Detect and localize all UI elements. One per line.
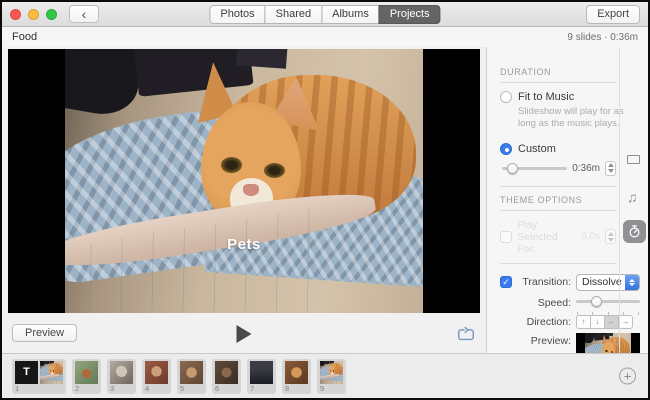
play-selected-checkbox[interactable]: [500, 230, 512, 243]
playback-controls: Preview: [2, 315, 486, 353]
duration-value: 0:36m: [572, 162, 600, 174]
cat-photo-illustration: Pets: [40, 360, 63, 384]
info-bar: Food 9 slides · 0:36m: [2, 27, 648, 47]
photo-background-object: [330, 360, 335, 363]
tab-albums[interactable]: Albums: [321, 4, 380, 24]
photo-background-object: [606, 332, 614, 336]
slide-number: 3: [110, 383, 115, 393]
speed-label: Speed:: [537, 296, 571, 309]
slide-thumbnail-6[interactable]: 6: [212, 358, 241, 394]
play-selected-value: 0.0s: [581, 231, 600, 243]
traffic-lights: [10, 8, 57, 20]
custom-label: Custom: [518, 142, 556, 155]
slide-thumbnail-4[interactable]: 4: [142, 358, 171, 394]
fit-to-music-option[interactable]: Fit to Music: [500, 91, 616, 103]
duration-slider[interactable]: [502, 162, 568, 175]
slide-number: 6: [215, 383, 220, 393]
slide-thumbnail-7[interactable]: 7: [247, 358, 276, 394]
title-bar: ‹ Photos Shared Albums Projects Export: [2, 2, 648, 27]
duration-stepper[interactable]: [605, 160, 616, 176]
slide-number: 8: [285, 383, 290, 393]
close-window-button[interactable]: [10, 8, 21, 20]
slide-number: 5: [180, 383, 185, 393]
play-selected-label: Play Selected For:: [517, 218, 558, 255]
custom-radio[interactable]: [500, 142, 512, 155]
slide-number: 7: [250, 383, 255, 393]
timer-icon[interactable]: [623, 220, 646, 243]
photo-paper: [320, 374, 338, 384]
preview-label: Preview:: [530, 334, 571, 347]
slide-thumbnail-5[interactable]: 5: [177, 358, 206, 394]
photo-background-object: [50, 360, 55, 363]
photo-dark-corner: [64, 49, 147, 121]
slide-thumbnail-3[interactable]: 3: [107, 358, 136, 394]
back-button[interactable]: ‹: [69, 5, 99, 23]
preview-button[interactable]: Preview: [12, 324, 78, 342]
slideshow-stage[interactable]: Pets: [8, 49, 480, 313]
themes-icon[interactable]: [627, 152, 644, 164]
custom-duration-option[interactable]: Custom: [500, 142, 616, 155]
tab-shared[interactable]: Shared: [264, 4, 323, 24]
photo-cat-eye: [52, 370, 55, 372]
photo-cat-eye: [332, 370, 335, 372]
slide-number: 4: [145, 383, 150, 393]
slide-thumbnail-8[interactable]: 8: [282, 358, 311, 394]
fit-to-music-label: Fit to Music: [518, 91, 575, 103]
slide-count-duration: 9 slides · 0:36m: [567, 31, 638, 43]
fit-to-music-radio[interactable]: [500, 91, 512, 103]
sidebar-icon-rail: ♫: [619, 47, 648, 353]
minimize-window-button[interactable]: [28, 8, 39, 20]
slide-filmstrip: T Pets 1 2 3 4 5 6 7 8: [2, 353, 648, 398]
photo-cat-eye: [220, 157, 243, 174]
cat-photo-illustration: Pets: [320, 360, 343, 384]
tab-photos[interactable]: Photos: [209, 4, 266, 24]
slide-number: 9: [320, 383, 325, 393]
transition-checkbox[interactable]: ✓: [500, 276, 512, 289]
slideshow-area: Pets Preview: [2, 47, 486, 353]
direction-up-button[interactable]: ↑: [576, 314, 591, 329]
slide-caption: Pets: [227, 236, 261, 254]
cat-photo-illustration: Pets: [64, 49, 424, 313]
slide-thumbnail-9[interactable]: Pets 9: [317, 358, 346, 394]
duration-heading: DURATION: [500, 67, 552, 77]
direction-label: Direction:: [526, 315, 571, 328]
fit-to-music-description: Slideshow will play for as long as the m…: [518, 106, 624, 130]
music-icon[interactable]: ♫: [627, 189, 638, 205]
play-icon[interactable]: [236, 325, 252, 343]
export-button[interactable]: Export: [586, 4, 640, 24]
settings-sidebar: DURATION Fit to Music Slideshow will pla…: [486, 47, 648, 398]
zoom-window-button[interactable]: [46, 8, 57, 20]
transition-value: Dissolve: [582, 276, 622, 289]
direction-left-button[interactable]: ←: [604, 314, 619, 329]
app-window: ‹ Photos Shared Albums Projects Export F…: [0, 0, 650, 400]
slide-number: 2: [75, 383, 80, 393]
loop-icon[interactable]: [456, 324, 476, 344]
theme-options-heading: THEME OPTIONS: [500, 194, 583, 205]
slide-number: 1: [15, 383, 20, 393]
current-slide-photo: Pets: [64, 49, 424, 313]
photo-cat-nose: [242, 183, 260, 196]
direction-down-button[interactable]: ↓: [590, 314, 605, 329]
photo-paper: [40, 374, 58, 384]
play-selected-stepper[interactable]: [605, 229, 616, 245]
view-tabs: Photos Shared Albums Projects: [209, 4, 441, 24]
slide-thumbnail-1[interactable]: T Pets 1: [12, 358, 66, 394]
title-slide-icon: T: [15, 360, 38, 384]
project-title: Food: [12, 31, 38, 43]
transition-label: Transition:: [522, 276, 571, 289]
add-slide-button[interactable]: +: [619, 367, 636, 385]
tab-projects[interactable]: Projects: [378, 4, 441, 24]
slide-thumbnail-2[interactable]: 2: [72, 358, 101, 394]
